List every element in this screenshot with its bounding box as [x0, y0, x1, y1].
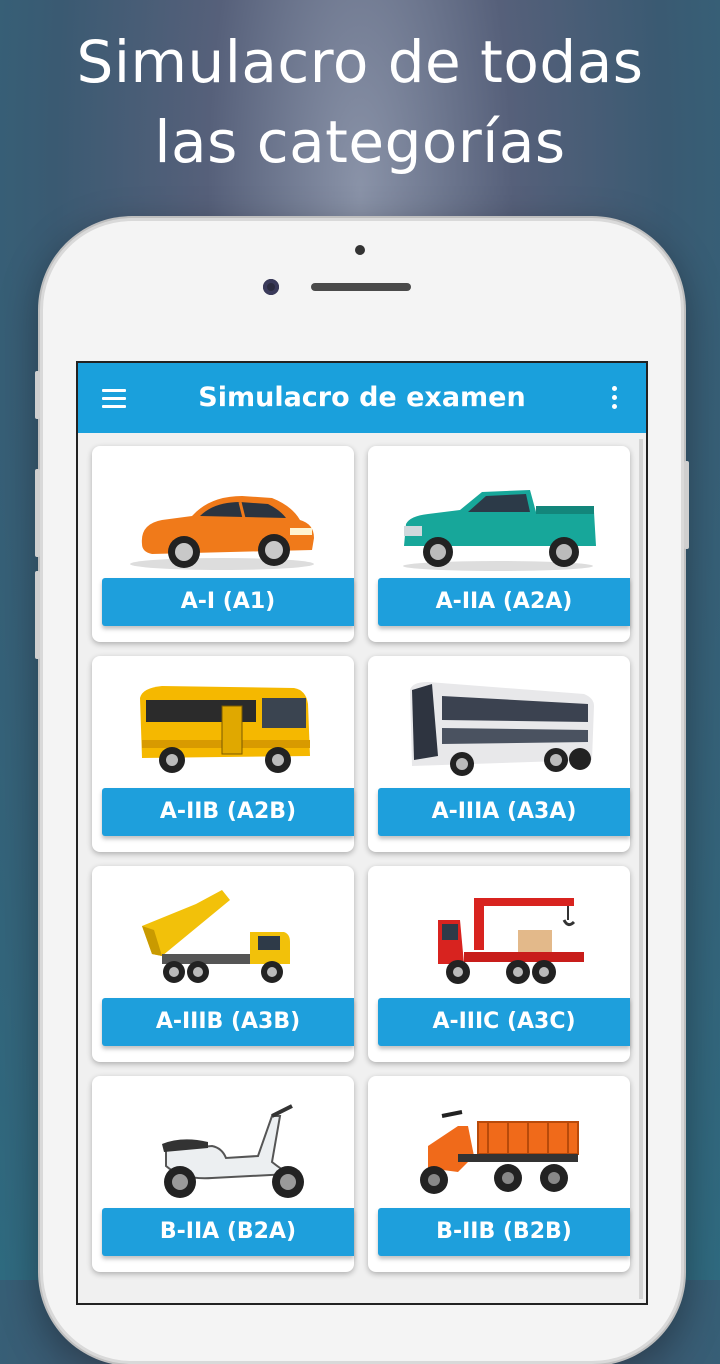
category-card-a3b[interactable]: A-IIIB (A3B) — [92, 866, 354, 1062]
cargo-motor-tricycle-icon — [420, 1110, 579, 1194]
app-title: Simulacro de examen — [198, 382, 526, 413]
category-label[interactable]: B-IIB (B2B) — [378, 1208, 630, 1256]
scooter-icon — [162, 1104, 304, 1198]
category-label[interactable]: B-IIA (B2A) — [102, 1208, 354, 1256]
green-pickup-truck-icon — [403, 490, 596, 571]
category-label[interactable]: A-IIIB (A3B) — [102, 998, 354, 1046]
category-card-b2b[interactable]: B-IIB (B2B) — [368, 1076, 630, 1272]
app-screen: Simulacro de examen A-I (A1) A-IIA (A2A)… — [76, 361, 648, 1305]
category-label[interactable]: A-IIIC (A3C) — [378, 998, 630, 1046]
category-label[interactable]: A-IIIA (A3A) — [378, 788, 630, 836]
orange-car-icon — [130, 496, 314, 570]
double-decker-coach-icon — [410, 682, 594, 776]
app-bar: Simulacro de examen — [78, 363, 646, 433]
earpiece-speaker — [311, 283, 411, 291]
category-label[interactable]: A-I (A1) — [102, 578, 354, 626]
yellow-dump-truck-icon — [142, 890, 290, 983]
category-card-a2b[interactable]: A-IIB (A2B) — [92, 656, 354, 852]
category-label[interactable]: A-IIB (A2B) — [102, 788, 354, 836]
red-crane-truck-icon — [438, 898, 584, 984]
phone-volume-up — [35, 469, 40, 557]
category-card-a1[interactable]: A-I (A1) — [92, 446, 354, 642]
yellow-bus-icon — [140, 686, 310, 773]
phone-volume-down — [35, 571, 40, 659]
category-card-b2a[interactable]: B-IIA (B2A) — [92, 1076, 354, 1272]
promo-headline: Simulacro de todas las categorías — [0, 22, 720, 182]
phone-side-button — [35, 371, 40, 419]
phone-power-button — [684, 461, 689, 549]
category-card-a3a[interactable]: A-IIIA (A3A) — [368, 656, 630, 852]
category-card-a3c[interactable]: A-IIIC (A3C) — [368, 866, 630, 1062]
scrollbar[interactable] — [639, 439, 643, 1299]
category-card-a2a[interactable]: A-IIA (A2A) — [368, 446, 630, 642]
phone-frame: Simulacro de examen A-I (A1) A-IIA (A2A)… — [35, 218, 689, 1364]
headline-line-1: Simulacro de todas — [76, 28, 644, 96]
category-label[interactable]: A-IIA (A2A) — [378, 578, 630, 626]
proximity-sensor — [355, 245, 365, 255]
front-camera — [263, 279, 279, 295]
hamburger-menu-icon[interactable] — [96, 385, 136, 413]
headline-line-2: las categorías — [154, 108, 566, 176]
more-vert-icon[interactable] — [604, 383, 626, 413]
